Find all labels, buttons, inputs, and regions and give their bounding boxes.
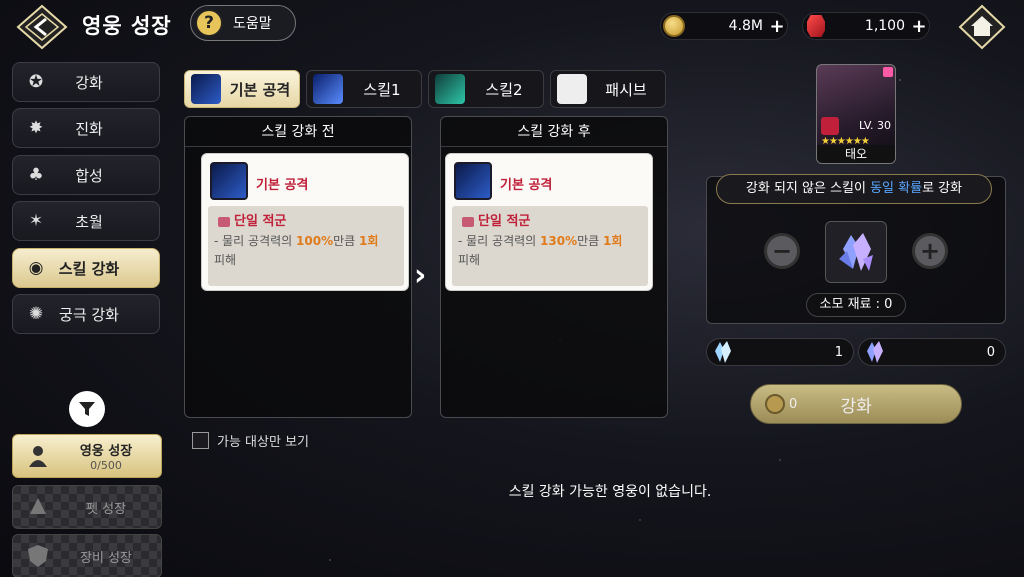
tab-label: 기본 공격 xyxy=(229,80,291,99)
combine-icon: ♣ xyxy=(28,165,44,185)
material-count-2: 0 xyxy=(858,338,1006,366)
page-title: 영웅 성장 xyxy=(82,14,172,38)
filter-icon xyxy=(79,402,95,416)
gem-counter: 1,100 + xyxy=(802,12,930,40)
home-button[interactable] xyxy=(958,4,1006,50)
tab-label: 펫 성장 xyxy=(85,501,126,517)
add-gold-button[interactable]: + xyxy=(767,16,787,37)
empty-message: 스킬 강화 가능한 영웅이 없습니다. xyxy=(508,484,712,500)
ruby-icon xyxy=(807,15,825,37)
checkbox-label: 가능 대상만 보기 xyxy=(217,435,309,450)
skill-enhance-icon: ◉ xyxy=(28,258,44,278)
skill-description-box: 단일 적군 - 물리 공격력의 100%만큼 1회 피해 xyxy=(208,206,404,286)
gold-coin-icon xyxy=(663,15,685,37)
favorite-icon xyxy=(883,67,893,77)
passive-rune-icon xyxy=(557,74,587,104)
tab-hero-growth[interactable]: 영웅 성장 0/500 xyxy=(12,434,162,478)
sidebar-item-evolve[interactable]: ✸ 진화 xyxy=(12,108,160,148)
crystal-icon xyxy=(839,233,873,271)
hero-name: 태오 xyxy=(817,145,895,163)
sword-icon xyxy=(210,162,248,200)
tab-pet-growth[interactable]: 펫 성장 xyxy=(12,485,162,529)
hero-level: LV. 30 xyxy=(858,119,891,132)
filter-button[interactable] xyxy=(69,391,105,427)
before-panel-title: 스킬 강화 전 xyxy=(185,117,411,147)
gold-coin-icon xyxy=(765,394,785,414)
sidebar-item-enhance[interactable]: ✪ 강화 xyxy=(12,62,160,102)
sidebar-item-label: 진화 xyxy=(75,119,103,138)
tab-label: 패시브 xyxy=(605,80,647,99)
skill-card-before: 기본 공격 단일 적군 - 물리 공격력의 100%만큼 1회 피해 xyxy=(201,153,409,291)
blade-icon xyxy=(435,74,465,104)
evolve-icon: ✸ xyxy=(28,118,44,138)
material-count-1: 1 xyxy=(706,338,854,366)
tab-skill2[interactable]: 스킬2 xyxy=(428,70,544,108)
hero-icon xyxy=(29,446,47,467)
checkbox[interactable] xyxy=(192,432,209,449)
gold-counter: 4.8M + xyxy=(660,12,788,40)
gem-amount: 1,100 xyxy=(864,18,905,34)
skill-target: 단일 적군 xyxy=(462,210,530,229)
tab-passive[interactable]: 패시브 xyxy=(550,70,666,108)
hero-portrait[interactable]: LV. 30 ★★★★★★ 태오 xyxy=(816,64,896,164)
arrow-right-icon: › xyxy=(414,258,427,293)
before-panel: 스킬 강화 전 기본 공격 단일 적군 - 물리 공격력의 100%만큼 1회 피… xyxy=(184,116,412,418)
increase-button[interactable]: + xyxy=(912,233,948,269)
ultimate-enhance-icon: ✺ xyxy=(28,304,44,324)
enhance-cost: 0 xyxy=(789,396,798,412)
tab-label: 스킬2 xyxy=(485,80,523,99)
help-label: 도움말 xyxy=(233,16,272,32)
class-badge-icon xyxy=(821,117,839,135)
after-panel: 스킬 강화 후 기본 공격 단일 적군 - 물리 공격력의 130%만큼 1회 피… xyxy=(440,116,668,418)
help-button[interactable]: ? 도움말 xyxy=(190,5,296,41)
hero-count: 0/500 xyxy=(90,459,122,472)
material-cost: 소모 재료 : 0 xyxy=(806,293,906,317)
small-crystal-icon xyxy=(715,341,731,363)
sidebar-item-skill-enhance[interactable]: ◉ 스킬 강화 xyxy=(12,248,160,288)
question-icon: ? xyxy=(195,9,223,37)
sidebar-item-label: 강화 xyxy=(75,73,103,92)
shield-icon xyxy=(28,545,48,567)
sword-icon xyxy=(454,162,492,200)
tab-equipment-growth[interactable]: 장비 성장 xyxy=(12,534,162,577)
skill-name: 기본 공격 xyxy=(500,178,553,193)
tab-label: 장비 성장 xyxy=(80,550,132,566)
skill-target: 단일 적군 xyxy=(218,210,286,229)
large-crystal-icon xyxy=(867,341,883,363)
sidebar-item-combine[interactable]: ♣ 합성 xyxy=(12,155,160,195)
tab-label: 스킬1 xyxy=(363,80,401,99)
pet-icon xyxy=(30,498,46,514)
enhance-button-label: 강화 xyxy=(840,396,872,417)
sidebar-item-label: 초월 xyxy=(75,212,103,231)
skill-description: - 물리 공격력의 100%만큼 1회 피해 xyxy=(214,234,379,267)
tab-label: 영웅 성장 xyxy=(79,444,133,459)
sidebar-item-label: 궁극 강화 xyxy=(59,305,119,324)
material-slot[interactable] xyxy=(825,221,887,283)
enhance-icon: ✪ xyxy=(28,72,44,92)
enhance-button[interactable]: 0 강화 xyxy=(750,384,962,424)
add-gem-button[interactable]: + xyxy=(909,16,929,37)
decrease-button[interactable]: − xyxy=(764,233,800,269)
skill-card-after: 기본 공격 단일 적군 - 물리 공격력의 130%만큼 1회 피해 xyxy=(445,153,653,291)
sword-icon xyxy=(191,74,221,104)
tab-basic-attack[interactable]: 기본 공격 xyxy=(184,70,300,108)
tab-skill1[interactable]: 스킬1 xyxy=(306,70,422,108)
sidebar-item-label: 스킬 강화 xyxy=(58,259,120,278)
target-icon xyxy=(462,216,474,227)
target-icon xyxy=(218,216,230,227)
back-button[interactable] xyxy=(16,4,68,50)
skill-description-box: 단일 적군 - 물리 공격력의 130%만큼 1회 피해 xyxy=(452,206,648,286)
gold-amount: 4.8M xyxy=(728,18,763,34)
after-panel-title: 스킬 강화 후 xyxy=(441,117,667,147)
available-only-checkbox[interactable]: 가능 대상만 보기 xyxy=(192,431,309,450)
enhance-info-banner: 강화 되지 않은 스킬이 동일 확률로 강화 xyxy=(716,174,992,204)
skill-description: - 물리 공격력의 130%만큼 1회 피해 xyxy=(458,234,623,267)
sidebar-item-transcend[interactable]: ✶ 초월 xyxy=(12,201,160,241)
sidebar-item-label: 합성 xyxy=(75,166,103,185)
transcend-icon: ✶ xyxy=(28,211,44,231)
sidebar-item-ultimate-enhance[interactable]: ✺ 궁극 강화 xyxy=(12,294,160,334)
slash-icon xyxy=(313,74,343,104)
skill-name: 기본 공격 xyxy=(256,178,309,193)
